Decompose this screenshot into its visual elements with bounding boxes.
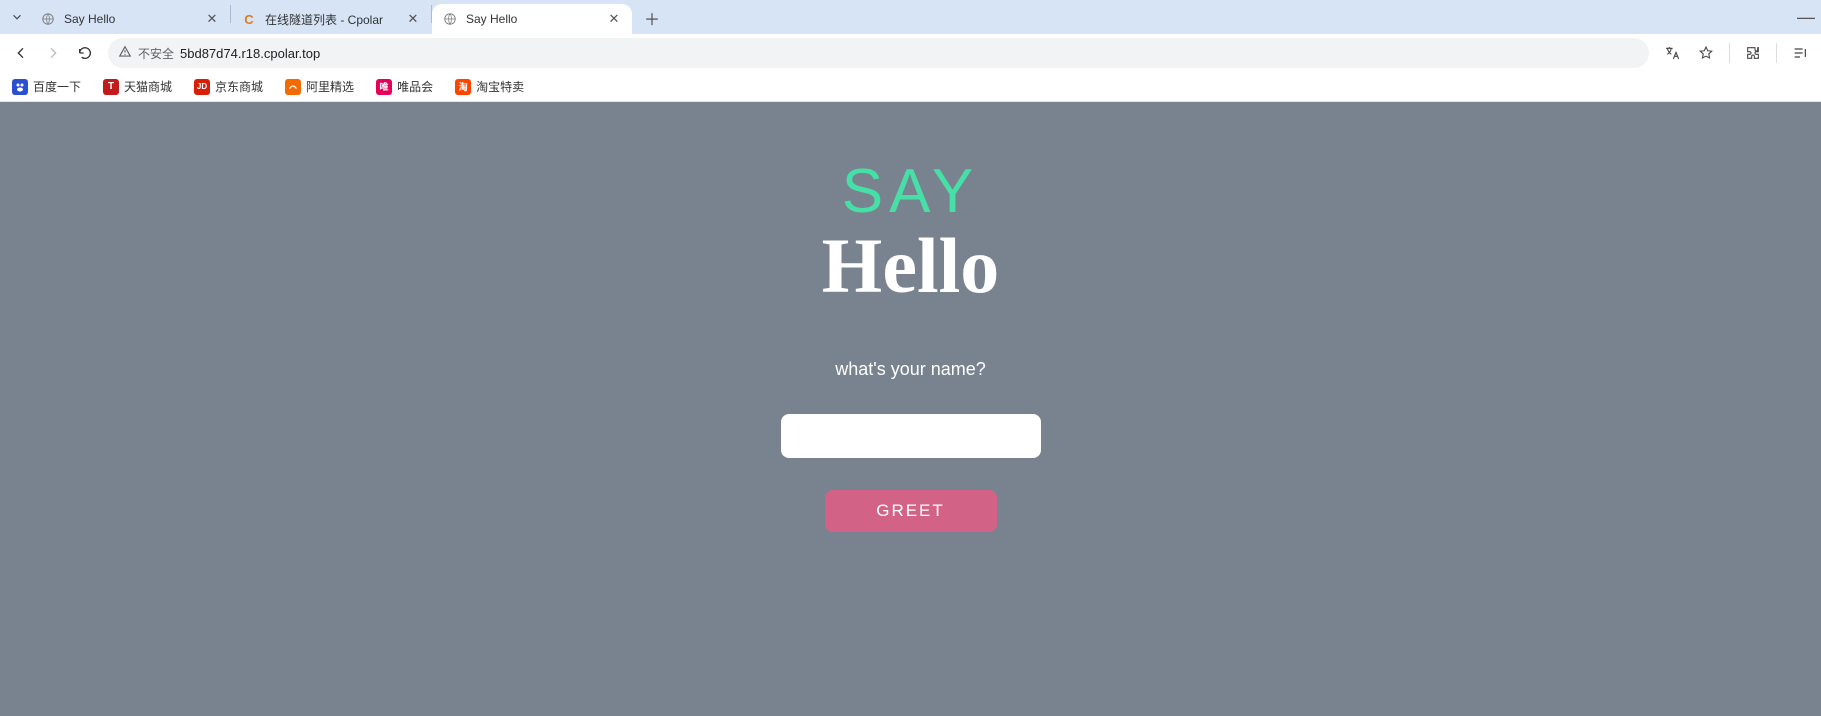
close-icon[interactable]: ✕: [405, 11, 421, 27]
bookmark-label: 天猫商城: [124, 78, 172, 95]
tab-title: Say Hello: [64, 12, 204, 26]
bookmarks-bar: 百度一下 T 天猫商城 JD 京东商城 阿里精选 唯 唯品会 淘 淘宝特卖: [0, 72, 1821, 102]
bookmark-label: 阿里精选: [306, 78, 354, 95]
tab-strip: Say Hello ✕ C 在线隧道列表 - Cpolar ✕ Say Hell…: [0, 0, 1821, 34]
toolbar: 不安全 5bd87d74.r18.cpolar.top: [0, 34, 1821, 72]
reading-list-button[interactable]: [1785, 38, 1815, 68]
minimize-button[interactable]: —: [1797, 7, 1815, 28]
not-secure-icon: [118, 45, 132, 62]
extensions-button[interactable]: [1738, 38, 1768, 68]
toolbar-right: [1657, 38, 1815, 68]
separator: [1729, 43, 1730, 63]
bookmark-jd[interactable]: JD 京东商城: [190, 76, 267, 97]
tab-title: Say Hello: [466, 12, 606, 26]
bookmark-label: 京东商城: [215, 78, 263, 95]
jd-icon: JD: [194, 79, 210, 95]
prompt-text: what's your name?: [835, 359, 986, 380]
name-input[interactable]: [781, 414, 1041, 458]
bookmark-label: 淘宝特卖: [476, 78, 524, 95]
tab-title: 在线隧道列表 - Cpolar: [265, 11, 405, 28]
tab-0[interactable]: Say Hello ✕: [30, 4, 230, 34]
separator: [1776, 43, 1777, 63]
tmall-icon: T: [103, 79, 119, 95]
globe-icon: [40, 11, 56, 27]
heading-top: SAY: [842, 156, 979, 227]
new-tab-button[interactable]: ＋: [638, 4, 666, 32]
page-content: SAY Hello what's your name? GREET: [0, 102, 1821, 716]
address-bar[interactable]: 不安全 5bd87d74.r18.cpolar.top: [108, 38, 1649, 68]
taobao-icon: 淘: [455, 79, 471, 95]
security-label: 不安全: [138, 45, 174, 62]
back-button[interactable]: [6, 38, 36, 68]
bookmark-label: 百度一下: [33, 78, 81, 95]
heading-bottom: Hello: [822, 221, 1000, 311]
bookmark-baidu[interactable]: 百度一下: [8, 76, 85, 97]
url-text: 5bd87d74.r18.cpolar.top: [180, 46, 1639, 61]
reload-button[interactable]: [70, 38, 100, 68]
close-icon[interactable]: ✕: [204, 11, 220, 27]
tab-search-button[interactable]: [4, 4, 30, 30]
close-icon[interactable]: ✕: [606, 11, 622, 27]
chevron-down-icon: [10, 10, 24, 24]
greet-button[interactable]: GREET: [825, 490, 997, 532]
translate-button[interactable]: [1657, 38, 1687, 68]
ali-icon: [285, 79, 301, 95]
bookmark-taobao[interactable]: 淘 淘宝特卖: [451, 76, 528, 97]
tab-1[interactable]: C 在线隧道列表 - Cpolar ✕: [231, 4, 431, 34]
globe-icon: [442, 11, 458, 27]
tab-2[interactable]: Say Hello ✕: [432, 4, 632, 34]
vip-icon: 唯: [376, 79, 392, 95]
cpolar-icon: C: [241, 11, 257, 27]
bookmark-vip[interactable]: 唯 唯品会: [372, 76, 437, 97]
bookmark-tmall[interactable]: T 天猫商城: [99, 76, 176, 97]
bookmark-star-button[interactable]: [1691, 38, 1721, 68]
bookmark-label: 唯品会: [397, 78, 433, 95]
baidu-icon: [12, 79, 28, 95]
forward-button[interactable]: [38, 38, 68, 68]
bookmark-ali[interactable]: 阿里精选: [281, 76, 358, 97]
